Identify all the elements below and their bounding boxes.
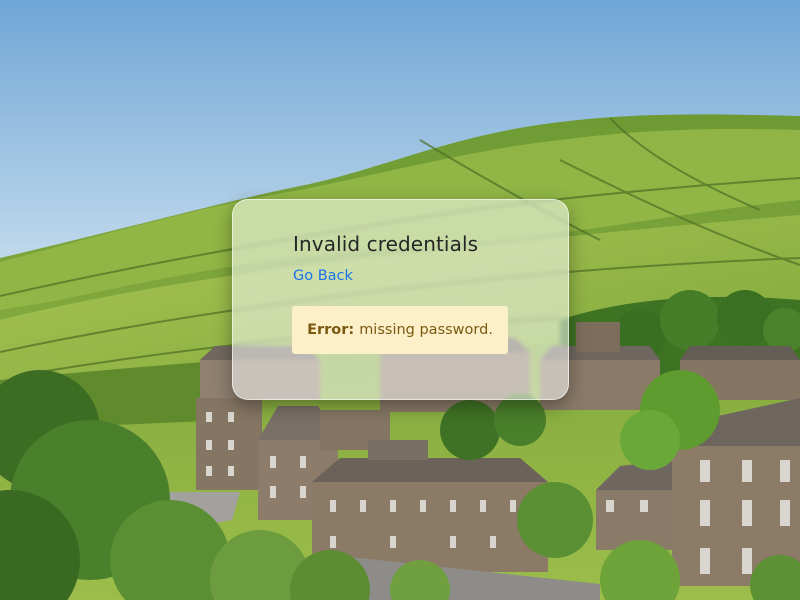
error-dialog: Invalid credentials Go Back Error: missi…	[232, 199, 569, 400]
error-label: Error:	[307, 322, 355, 338]
error-message-box: Error: missing password.	[292, 306, 508, 354]
dialog-title: Invalid credentials	[293, 232, 479, 256]
go-back-link[interactable]: Go Back	[293, 268, 353, 284]
error-message-text: missing password.	[359, 322, 493, 338]
